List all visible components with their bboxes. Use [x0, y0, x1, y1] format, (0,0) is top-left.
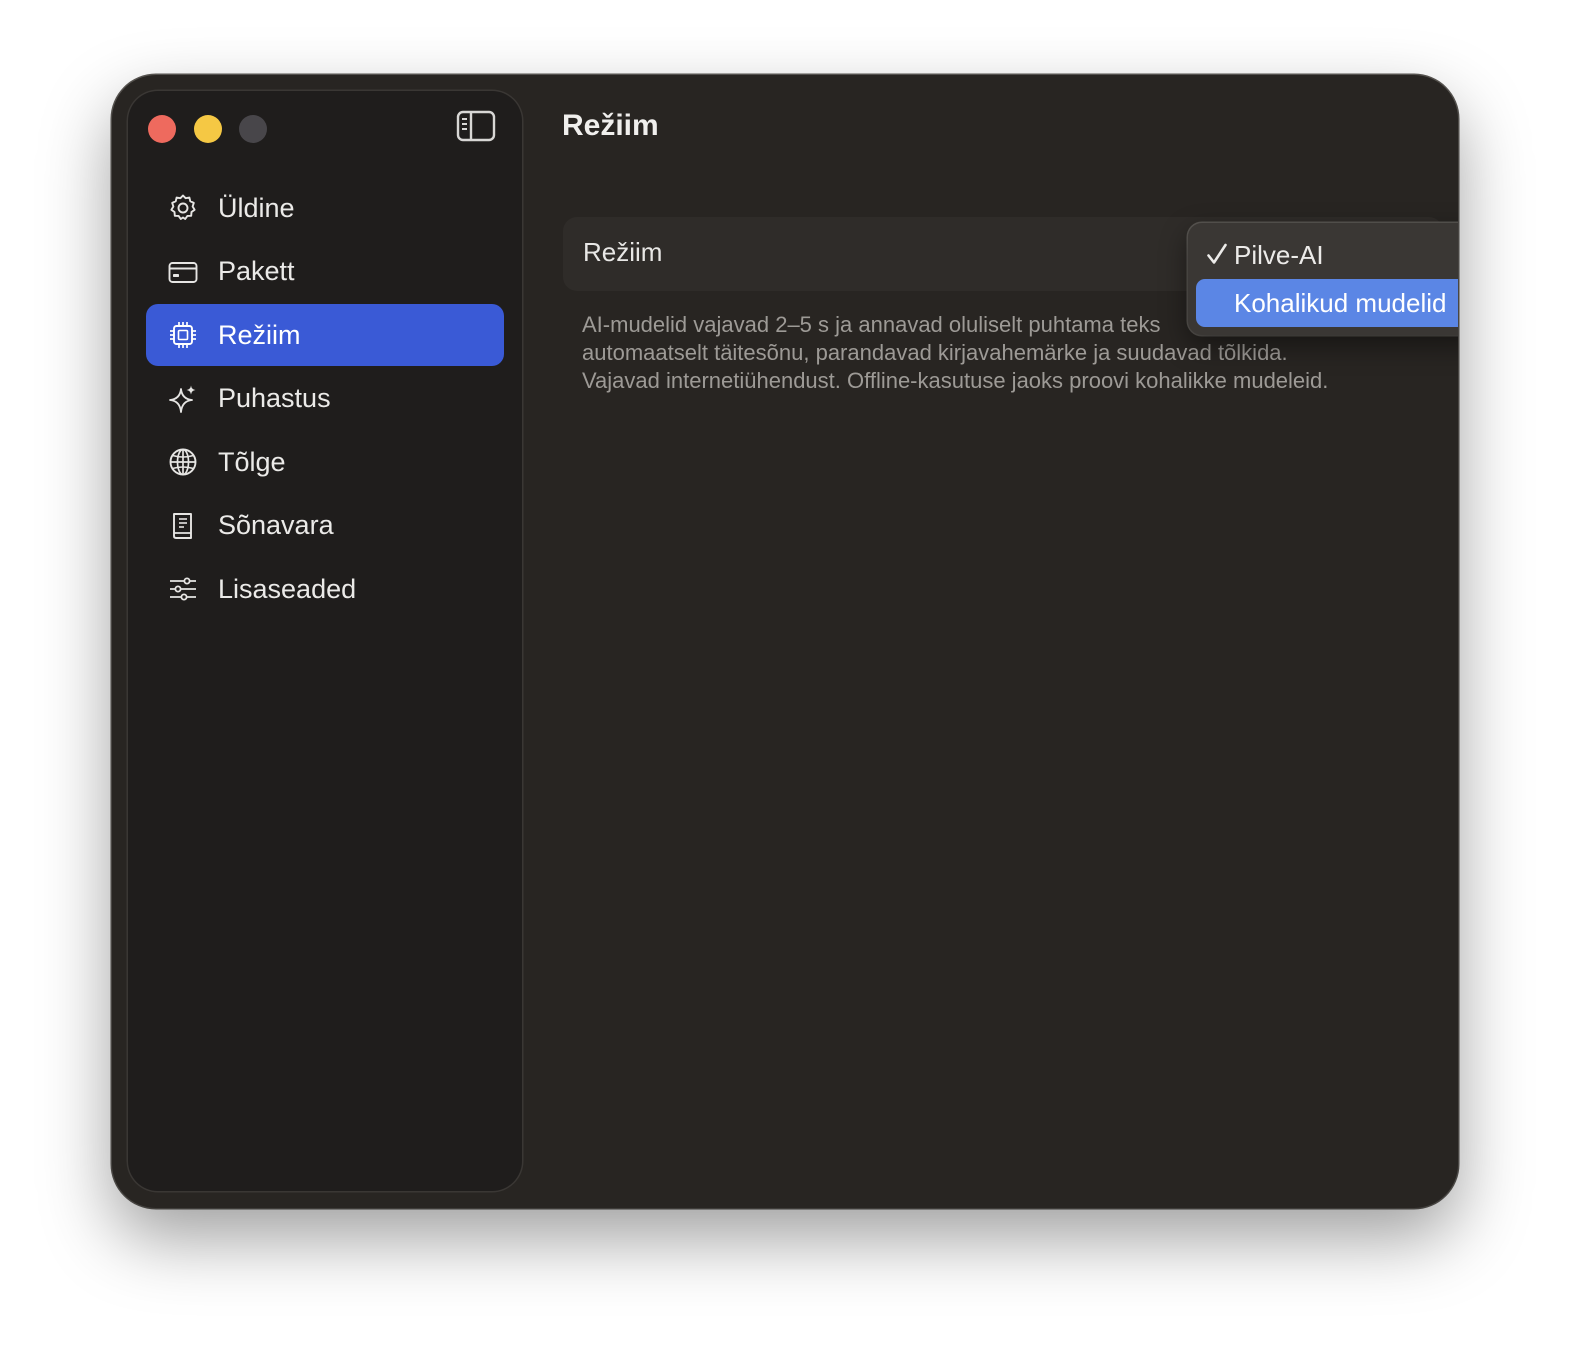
maximize-window-button[interactable]	[239, 115, 267, 143]
sparkles-icon	[168, 384, 198, 414]
book-icon	[168, 511, 198, 541]
sidebar-item-tolge[interactable]: Tõlge	[146, 431, 504, 493]
sidebar-item-label: Pakett	[218, 256, 295, 286]
close-window-button[interactable]	[148, 115, 176, 143]
sliders-icon	[168, 574, 198, 604]
sidebar-icon	[456, 110, 496, 142]
sidebar-item-lisaseaded[interactable]: Lisaseaded	[146, 558, 504, 620]
menu-item-kohalikud-mudelid[interactable]: Kohalikud mudelid	[1196, 279, 1458, 327]
sidebar-item-label: Lisaseaded	[218, 573, 357, 604]
sidebar-item-label: Puhastus	[218, 383, 331, 413]
gear-icon	[168, 193, 198, 223]
page-title: Režiim	[562, 109, 659, 142]
minimize-window-button[interactable]	[194, 115, 222, 143]
sidebar-nav: Üldine Pakett Režiim Puhastus Tõlge Sõna…	[146, 177, 504, 622]
sidebar-item-uldine[interactable]: Üldine	[146, 177, 504, 239]
settings-window: Üldine Pakett Režiim Puhastus Tõlge Sõna…	[112, 75, 1458, 1208]
sidebar-item-label: Sõnavara	[218, 510, 334, 540]
menu-item-pilve-ai[interactable]: Pilve-AI	[1196, 231, 1458, 279]
menu-item-label: Kohalikud mudelid	[1234, 288, 1447, 318]
sidebar-item-label: Režiim	[218, 319, 301, 350]
sidebar-toggle-button[interactable]	[456, 109, 496, 143]
menu-item-label: Pilve-AI	[1234, 240, 1324, 270]
mode-dropdown-menu: Pilve-AI Kohalikud mudelid	[1188, 223, 1458, 335]
sidebar-item-puhastus[interactable]: Puhastus	[146, 368, 504, 430]
cpu-chip-icon	[168, 320, 198, 350]
mode-setting-label: Režiim	[583, 237, 663, 267]
sidebar-item-sonavara[interactable]: Sõnavara	[146, 495, 504, 557]
sidebar-item-label: Üldine	[218, 192, 295, 223]
checkmark-icon	[1206, 241, 1228, 267]
description-line: automaatselt täitesõnu, parandavad kirja…	[582, 340, 1288, 365]
description-line: Vajavad internetiühendust. Offline-kasut…	[582, 368, 1329, 393]
sidebar-item-reziim[interactable]: Režiim	[146, 304, 504, 366]
sidebar-item-pakett[interactable]: Pakett	[146, 241, 504, 303]
sidebar: Üldine Pakett Režiim Puhastus Tõlge Sõna…	[128, 91, 522, 1191]
sidebar-item-label: Tõlge	[218, 446, 286, 477]
credit-card-icon	[168, 257, 198, 287]
globe-icon	[168, 447, 198, 477]
